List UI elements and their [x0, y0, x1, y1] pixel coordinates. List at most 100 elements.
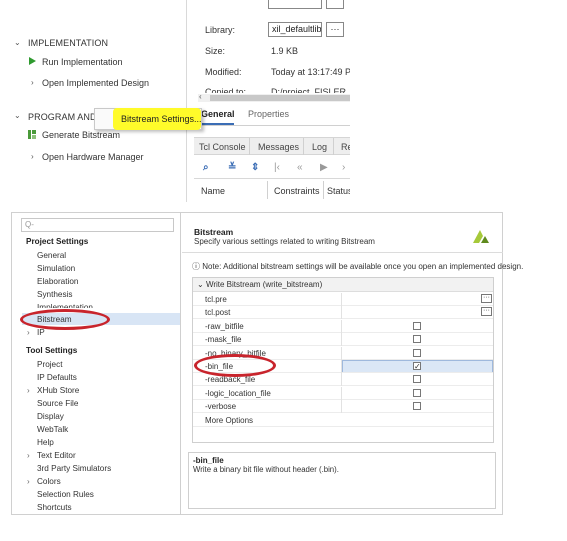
tabs-divider: [198, 125, 350, 126]
tree-item-ip-defaults[interactable]: IP Defaults: [37, 373, 77, 382]
options-group-header[interactable]: ⌄ Write Bitstream (write_bitstream): [193, 278, 493, 292]
tree-item-display[interactable]: Display: [37, 412, 64, 421]
tab-properties[interactable]: Properties: [248, 109, 289, 119]
tree-item-project[interactable]: Project: [37, 360, 62, 369]
chevron-right-icon[interactable]: ›: [27, 451, 30, 460]
vivado-logo-icon: [473, 230, 489, 243]
panel-divider[interactable]: [186, 0, 187, 202]
tree-item-help[interactable]: Help: [37, 438, 54, 447]
option-row[interactable]: [193, 306, 493, 319]
browse-button[interactable]: ···: [481, 307, 492, 316]
tab-general[interactable]: General: [201, 109, 235, 119]
browse-button[interactable]: ···: [481, 294, 492, 303]
size-value: 1.9 KB: [271, 46, 299, 56]
modified-label: Modified:: [205, 67, 242, 77]
option-checkbox[interactable]: [413, 349, 421, 357]
run-implementation-link[interactable]: Run Implementation: [42, 57, 123, 67]
tab-tcl-console[interactable]: Tcl Console: [199, 142, 246, 152]
column-separator: [341, 360, 342, 373]
tree-item-elaboration[interactable]: Elaboration: [37, 277, 78, 286]
tool-settings-heading: Tool Settings: [26, 346, 78, 355]
chevron-right-icon[interactable]: ›: [27, 328, 30, 337]
column-header-name[interactable]: Name: [201, 186, 225, 196]
option-checkbox[interactable]: [413, 375, 421, 383]
tab-reports[interactable]: Re: [341, 142, 350, 152]
tree-item-xhub-store[interactable]: XHub Store: [37, 386, 79, 395]
generate-bitstream-link[interactable]: Generate Bitstream: [42, 130, 120, 140]
option-checkbox[interactable]: [413, 389, 421, 397]
library-field[interactable]: xil_defaultlib: [268, 22, 322, 37]
collapse-all-icon[interactable]: ≚: [228, 162, 236, 173]
tab-messages[interactable]: Messages: [258, 142, 299, 152]
implementation-section-label[interactable]: IMPLEMENTATION: [28, 38, 108, 48]
panel-title: Bitstream: [194, 227, 234, 237]
tab-log[interactable]: Log: [312, 142, 327, 152]
previous-icon[interactable]: «: [297, 162, 303, 173]
tree-item-shortcuts[interactable]: Shortcuts: [37, 503, 72, 512]
copied-label: Copied to:: [205, 87, 247, 93]
chevron-right-icon[interactable]: ›: [27, 386, 30, 395]
type-field[interactable]: [268, 0, 322, 9]
tree-item-source-file[interactable]: Source File: [37, 399, 78, 408]
next-icon[interactable]: ›: [342, 162, 345, 173]
tree-item-text-editor[interactable]: Text Editor: [37, 451, 76, 460]
run-icon: [29, 57, 36, 65]
chevron-down-icon[interactable]: ⌄: [197, 280, 206, 289]
tree-item-implementation[interactable]: Implementation: [37, 303, 93, 308]
option-checkbox[interactable]: [413, 402, 421, 410]
column-separator: [341, 306, 342, 319]
scroll-left-icon[interactable]: ‹: [199, 92, 202, 101]
chevron-down-icon[interactable]: ⌄: [14, 111, 21, 120]
option-checkbox[interactable]: [413, 335, 421, 343]
chevron-right-icon[interactable]: ›: [31, 152, 34, 161]
option-checkbox[interactable]: [413, 322, 421, 330]
scrollbar-thumb[interactable]: [210, 95, 350, 101]
option-checkbox[interactable]: ✓: [413, 362, 421, 371]
column-separator: [341, 320, 342, 333]
tree-item-simulation[interactable]: Simulation: [37, 264, 75, 273]
annotation-circle-bin-file: [194, 354, 276, 377]
panel-subtitle: Specify various settings related to writ…: [194, 237, 375, 246]
library-label: Library:: [205, 25, 236, 35]
toolbar-divider: [194, 178, 350, 179]
option-description-box: [188, 452, 496, 509]
library-browse-button[interactable]: ···: [326, 22, 344, 37]
option-name: -raw_bitfile: [205, 322, 244, 331]
column-separator: [341, 347, 342, 360]
option-row[interactable]: [193, 293, 493, 306]
column-header-constraints[interactable]: Constraints: [274, 186, 320, 196]
column-separator: [341, 333, 342, 346]
tree-item-3rd-party-simulators[interactable]: 3rd Party Simulators: [37, 464, 111, 473]
tree-item-ip[interactable]: IP: [37, 328, 45, 337]
column-header-status[interactable]: Status: [327, 186, 350, 196]
open-implemented-design-link[interactable]: Open Implemented Design: [42, 78, 149, 88]
play-icon[interactable]: ▶: [320, 162, 328, 173]
tree-item-synthesis[interactable]: Synthesis: [37, 290, 73, 299]
option-row[interactable]: [193, 400, 493, 413]
open-hardware-manager-link[interactable]: Open Hardware Manager: [42, 152, 144, 162]
option-name: -mask_file: [205, 335, 242, 344]
type-browse-button[interactable]: [326, 0, 344, 9]
column-separator[interactable]: [323, 181, 324, 199]
search-icon[interactable]: ⌕: [203, 162, 209, 173]
option-description-title: -bin_file: [193, 456, 224, 465]
option-name: tcl.pre: [205, 295, 227, 304]
first-icon[interactable]: |‹: [274, 162, 280, 173]
header-divider: [182, 252, 503, 253]
modified-value: Today at 13:17:49 PM: [271, 67, 350, 77]
bitstream-settings-menu-item[interactable]: Bitstream Settings...: [113, 108, 202, 130]
chevron-down-icon[interactable]: ⌄: [14, 38, 21, 47]
column-separator: [341, 400, 342, 413]
settings-search-input[interactable]: Q-: [21, 218, 174, 232]
info-note-text: Note: Additional bitstream settings will…: [202, 262, 524, 271]
tree-item-general[interactable]: General: [37, 251, 66, 260]
chevron-right-icon[interactable]: ›: [27, 477, 30, 486]
column-separator[interactable]: [267, 181, 268, 199]
chevron-right-icon[interactable]: ›: [31, 78, 34, 87]
tree-item-colors[interactable]: Colors: [37, 477, 61, 486]
tree-item-webtalk[interactable]: WebTalk: [37, 425, 68, 434]
expand-icon[interactable]: ⇕: [251, 162, 259, 173]
column-separator: [341, 387, 342, 400]
bitstream-icon: [28, 130, 36, 139]
tree-item-selection-rules[interactable]: Selection Rules: [37, 490, 94, 499]
